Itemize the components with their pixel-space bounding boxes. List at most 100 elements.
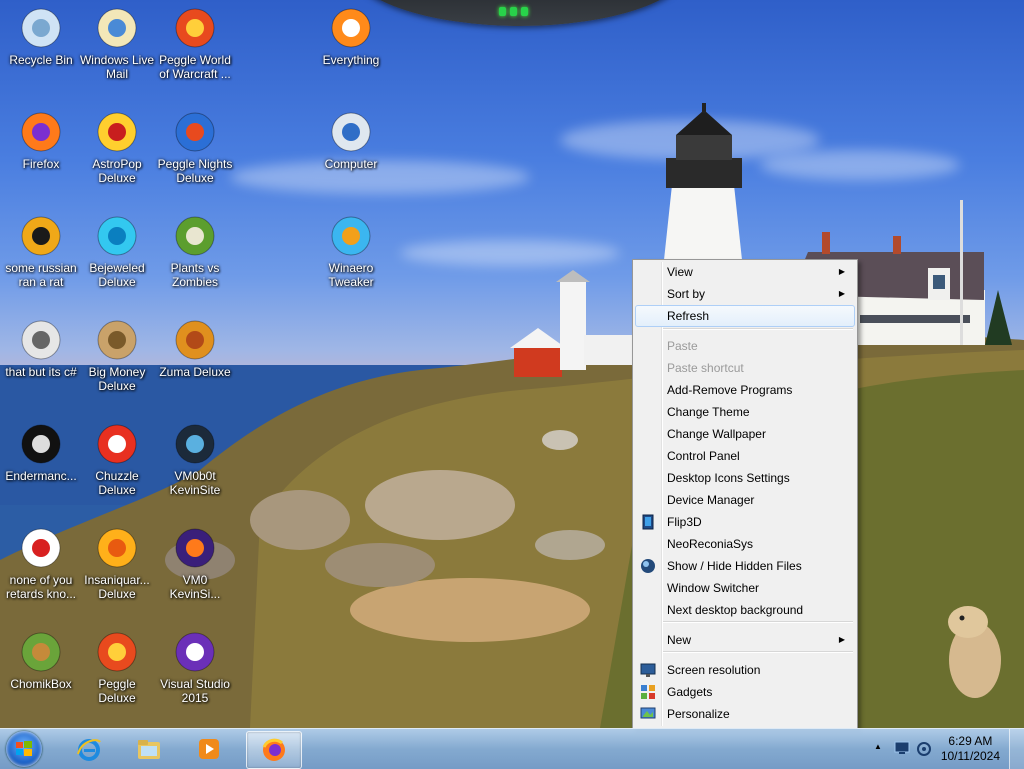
astropop-icon [94, 109, 140, 155]
desktop-icon-computer[interactable]: Computer [312, 109, 390, 171]
fish-icon [94, 525, 140, 571]
desktop-icon-winaero[interactable]: Winaero Tweaker [312, 213, 390, 289]
desktop-icon-terminal[interactable]: Endermanc... [2, 421, 80, 483]
zuma-icon [172, 317, 218, 363]
desktop-icon-peggle-nights[interactable]: Peggle Nights Deluxe [156, 109, 234, 185]
recycle-bin-icon [18, 5, 64, 51]
menu-item-new[interactable]: New ▶ [635, 629, 855, 651]
desktop-icon-label: Big Money Deluxe [88, 365, 146, 393]
globe-icon [641, 559, 655, 573]
computer-icon [328, 109, 374, 155]
network-icon[interactable] [894, 741, 910, 755]
search-icon [328, 5, 374, 51]
desktop-icon-de[interactable]: some russian ran a rat [2, 213, 80, 289]
gem-icon [94, 213, 140, 259]
system-tray: ▲ 6:29 AM 10/11/2024 [864, 729, 1024, 769]
firefox-icon [18, 109, 64, 155]
desktop-icon-peggle[interactable]: Peggle Deluxe [78, 629, 156, 705]
desktop-icon-label: VM0 KevinSi... [169, 573, 221, 601]
desktop-icon-label: VM0b0t KevinSite [169, 469, 221, 497]
chomikbox-icon [18, 629, 64, 675]
menu-item-desktop-icons-settings[interactable]: Desktop Icons Settings [635, 467, 855, 489]
desktop-icon-red-dino[interactable]: none of you retards kno... [2, 525, 80, 601]
menu-separator [663, 328, 853, 330]
menu-item-paste-shortcut[interactable]: Paste shortcut [635, 357, 855, 379]
desktop-icon-plant[interactable]: Plants vs Zombies [156, 213, 234, 289]
desktop-icon-visual-studio[interactable]: Visual Studio 2015 [156, 629, 234, 705]
taskbar-windows-explorer[interactable] [122, 731, 176, 767]
desktop-icon-label: Zuma Deluxe [159, 365, 231, 379]
menu-item-sort-by[interactable]: Sort by ▶ [635, 283, 855, 305]
mail-icon [94, 5, 140, 51]
desktop-icon-gem[interactable]: Bejeweled Deluxe [78, 213, 156, 289]
desktop-icon-label: Recycle Bin [9, 53, 73, 67]
desktop-icon-peggle[interactable]: Peggle World of Warcraft ... [156, 5, 234, 81]
taskbar-media-player[interactable] [182, 731, 236, 767]
desktop-icon-windows-stack[interactable]: that but its c# [2, 317, 80, 379]
menu-item-change-theme[interactable]: Change Theme [635, 401, 855, 423]
volume-icon[interactable] [916, 741, 932, 757]
show-desktop-button[interactable] [1009, 729, 1024, 769]
de-icon [18, 213, 64, 259]
desktop-icon-firefox[interactable]: Firefox [2, 109, 80, 171]
taskbar-internet-explorer[interactable] [62, 731, 116, 767]
desktop-icon-label: Computer [324, 157, 378, 171]
desktop-icon-vm[interactable]: VM0b0t KevinSite [156, 421, 234, 497]
clock[interactable]: 6:29 AM 10/11/2024 [941, 734, 1000, 764]
taskbar-firefox[interactable] [246, 731, 302, 769]
desktop-icon-label: Peggle Deluxe [98, 677, 136, 705]
menu-item-label: Control Panel [667, 449, 740, 463]
desktop-icon-label: Peggle Nights Deluxe [157, 157, 233, 185]
desktop-icon-mail[interactable]: Windows Live Mail [78, 5, 156, 81]
menu-item-label: Device Manager [667, 493, 755, 507]
menu-item-refresh[interactable]: Refresh [635, 305, 855, 327]
desktop-icon-label: Windows Live Mail [79, 53, 155, 81]
desktop-context-menu: View ▶ Sort by ▶ Refresh Paste Paste shortcut A… [632, 259, 858, 729]
menu-item-paste[interactable]: Paste [635, 335, 855, 357]
menu-item-label: Show / Hide Hidden Files [667, 559, 802, 573]
menu-item-label: Paste shortcut [667, 361, 744, 375]
menu-item-add-remove-programs[interactable]: Add-Remove Programs [635, 379, 855, 401]
media-player-icon [199, 739, 219, 759]
menu-separator [663, 621, 853, 623]
folder-icon [138, 740, 160, 759]
desktop-icon-fish[interactable]: Insaniquar... Deluxe [78, 525, 156, 601]
terminal-icon [18, 421, 64, 467]
desktop-icon-chuzzle[interactable]: Chuzzle Deluxe [78, 421, 156, 497]
start-button[interactable] [6, 731, 42, 767]
menu-item-screen-resolution[interactable]: Screen resolution [635, 659, 855, 681]
desktop-icon-money-bag[interactable]: Big Money Deluxe [78, 317, 156, 393]
peggle-icon [172, 5, 218, 51]
menu-item-label: View [667, 265, 693, 279]
vm-icon [172, 421, 218, 467]
menu-item-device-manager[interactable]: Device Manager [635, 489, 855, 511]
desktop-icon-search[interactable]: Everything [312, 5, 390, 67]
menu-item-label: Personalize [667, 707, 730, 721]
menu-item-control-panel[interactable]: Control Panel [635, 445, 855, 467]
menu-item-window-switcher[interactable]: Window Switcher [635, 577, 855, 599]
menu-item-label: Refresh [667, 309, 710, 323]
personalize-icon [640, 707, 656, 719]
clock-date: 10/11/2024 [940, 749, 1000, 763]
desktop-icon-chomikbox[interactable]: ChomikBox [2, 629, 80, 691]
desktop-icon-label: Insaniquar... Deluxe [84, 573, 150, 601]
firefox-icon [262, 738, 285, 761]
menu-item-next-desktop-background[interactable]: Next desktop background [635, 599, 855, 621]
desktop-icon-label: Plants vs Zombies [170, 261, 220, 289]
menu-item-label: Flip3D [667, 515, 702, 529]
peggle-nights-icon [172, 109, 218, 155]
show-hidden-icons-button[interactable]: ▲ [874, 742, 882, 751]
desktop-icon-firefox-purple[interactable]: VM0 KevinSi... [156, 525, 234, 601]
menu-item-gadgets[interactable]: Gadgets [635, 681, 855, 703]
desktop-icon-astropop[interactable]: AstroPop Deluxe [78, 109, 156, 185]
menu-item-view[interactable]: View ▶ [635, 261, 855, 283]
menu-item-show-hide-hidden-files[interactable]: Show / Hide Hidden Files [635, 555, 855, 577]
desktop-icon-recycle-bin[interactable]: Recycle Bin [2, 5, 80, 67]
menu-item-flip3d[interactable]: Flip3D [635, 511, 855, 533]
menu-item-label: Screen resolution [667, 663, 761, 677]
menu-item-change-wallpaper[interactable]: Change Wallpaper [635, 423, 855, 445]
menu-item-label: Gadgets [667, 685, 713, 699]
desktop-icon-zuma[interactable]: Zuma Deluxe [156, 317, 234, 379]
menu-item-neoreconiasys[interactable]: NeoReconiaSys [635, 533, 855, 555]
menu-item-personalize[interactable]: Personalize [635, 703, 855, 725]
